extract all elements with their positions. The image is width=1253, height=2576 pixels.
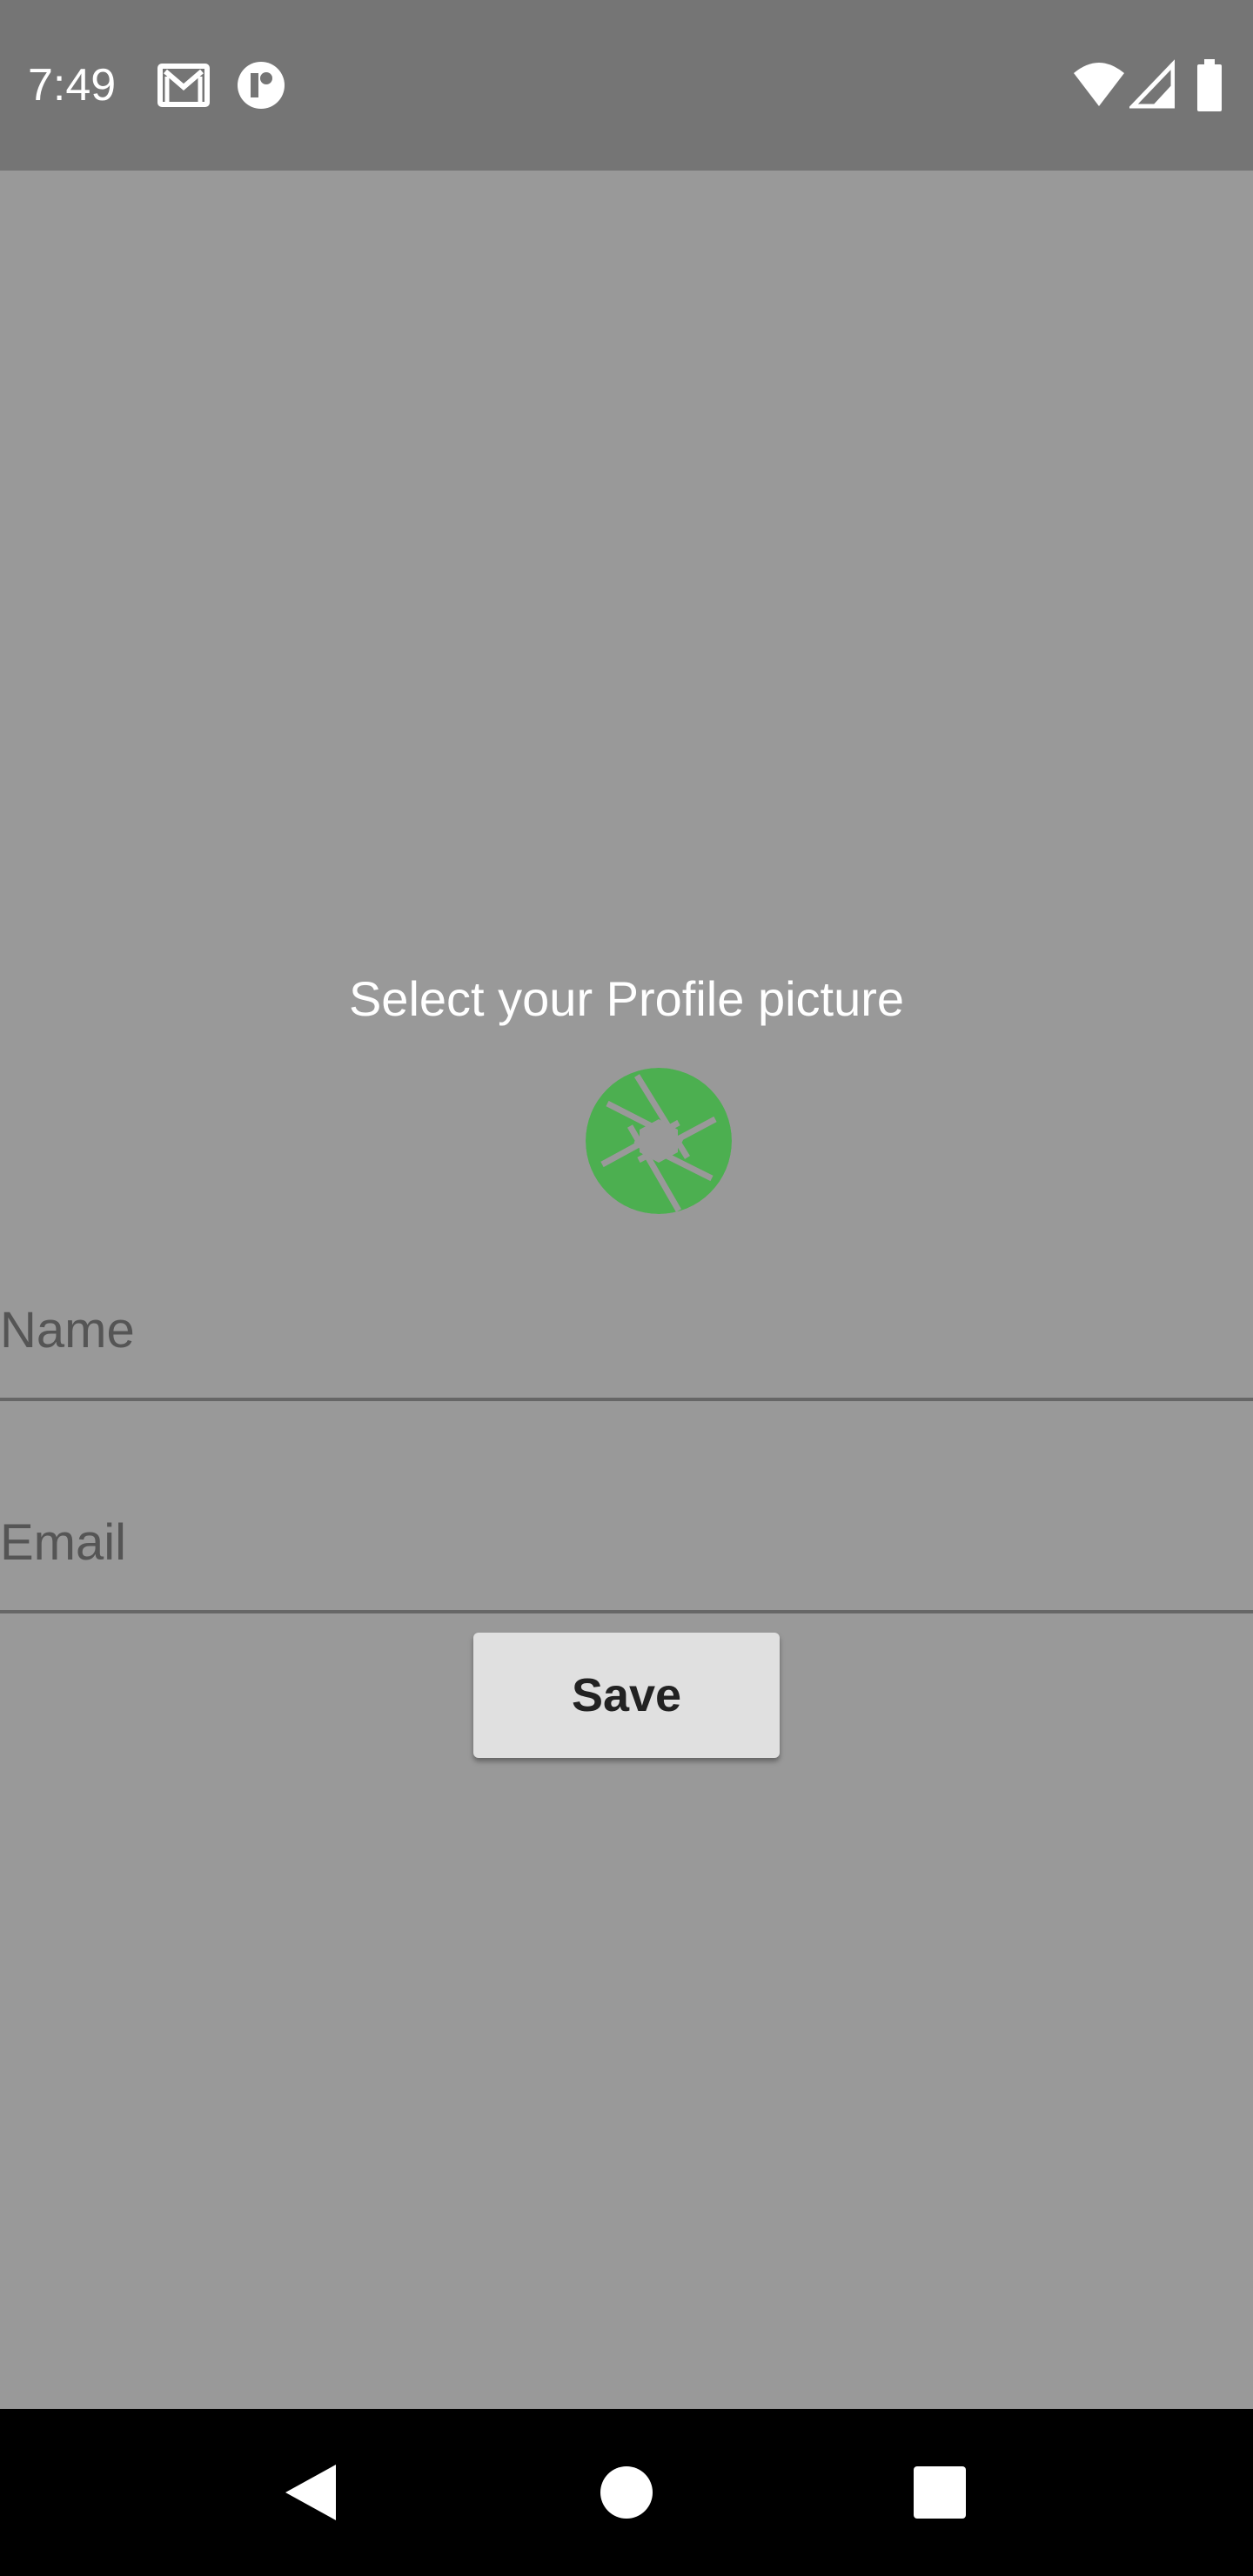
app-notification-icon (235, 59, 287, 111)
signal-icon (1129, 59, 1175, 111)
name-input[interactable] (0, 1295, 1253, 1365)
navigation-bar (0, 2409, 1253, 2576)
status-time: 7:49 (28, 60, 117, 111)
status-bar: 7:49 (0, 0, 1253, 171)
recents-icon[interactable] (905, 2458, 975, 2527)
wifi-icon (1072, 59, 1126, 111)
email-input[interactable] (0, 1507, 1253, 1577)
gmail-icon (157, 59, 211, 111)
select-profile-picture-label: Select your Profile picture (348, 971, 905, 1026)
name-field[interactable] (0, 1267, 1253, 1401)
back-icon[interactable] (277, 2458, 346, 2527)
camera-shutter-icon[interactable] (585, 1067, 733, 1215)
battery-icon (1196, 59, 1223, 111)
profile-form-screen: Select your Profile picture Name Email S… (0, 171, 1253, 2409)
home-icon[interactable] (592, 2458, 661, 2527)
email-field[interactable] (0, 1479, 1253, 1613)
save-button[interactable]: Save (473, 1633, 780, 1758)
